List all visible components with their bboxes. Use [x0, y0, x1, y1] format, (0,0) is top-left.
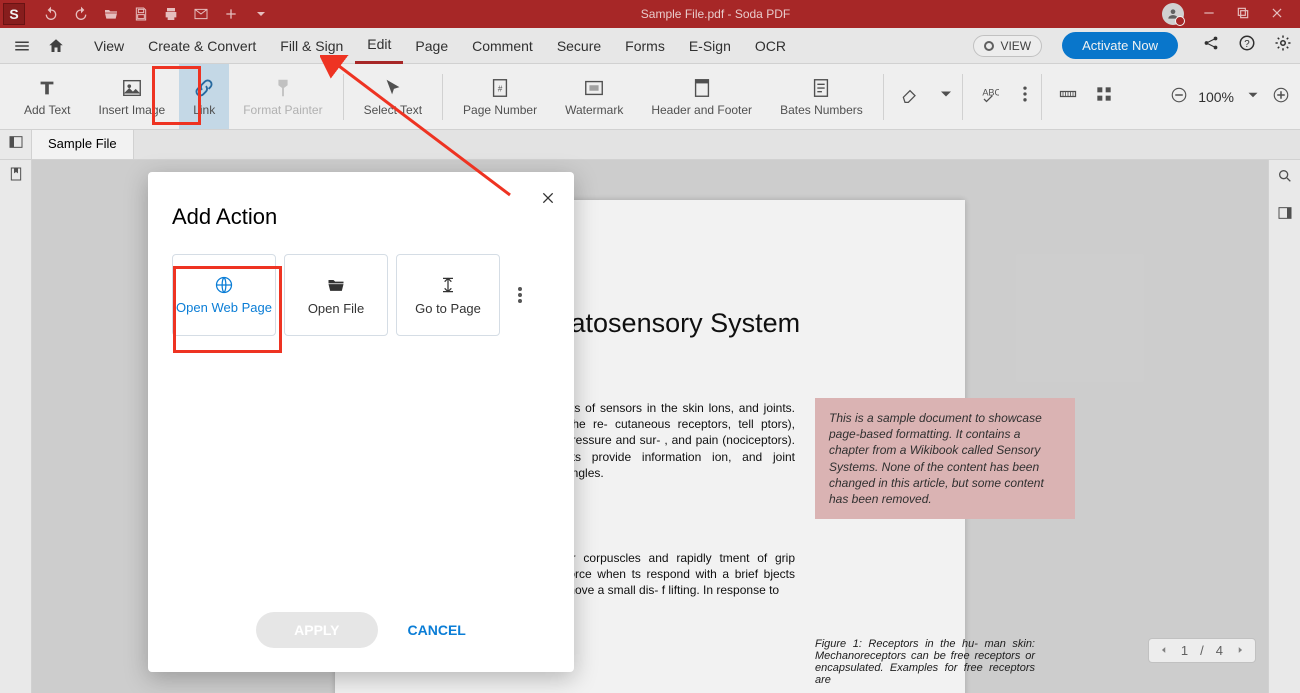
- add-action-dialog: Add Action Open Web Page Open File Go to…: [148, 172, 574, 672]
- cancel-button[interactable]: CANCEL: [408, 622, 466, 638]
- apply-button[interactable]: APPLY: [256, 612, 377, 648]
- options-more-icon[interactable]: [508, 254, 532, 336]
- option-label: Open File: [308, 301, 364, 316]
- option-label: Open Web Page: [176, 301, 272, 316]
- dialog-title: Add Action: [172, 204, 550, 230]
- option-go-to-page[interactable]: Go to Page: [396, 254, 500, 336]
- option-label: Go to Page: [415, 301, 481, 316]
- annotation-arrow: [320, 55, 520, 205]
- option-open-web-page[interactable]: Open Web Page: [172, 254, 276, 336]
- dialog-close-icon[interactable]: [540, 190, 556, 211]
- option-open-file[interactable]: Open File: [284, 254, 388, 336]
